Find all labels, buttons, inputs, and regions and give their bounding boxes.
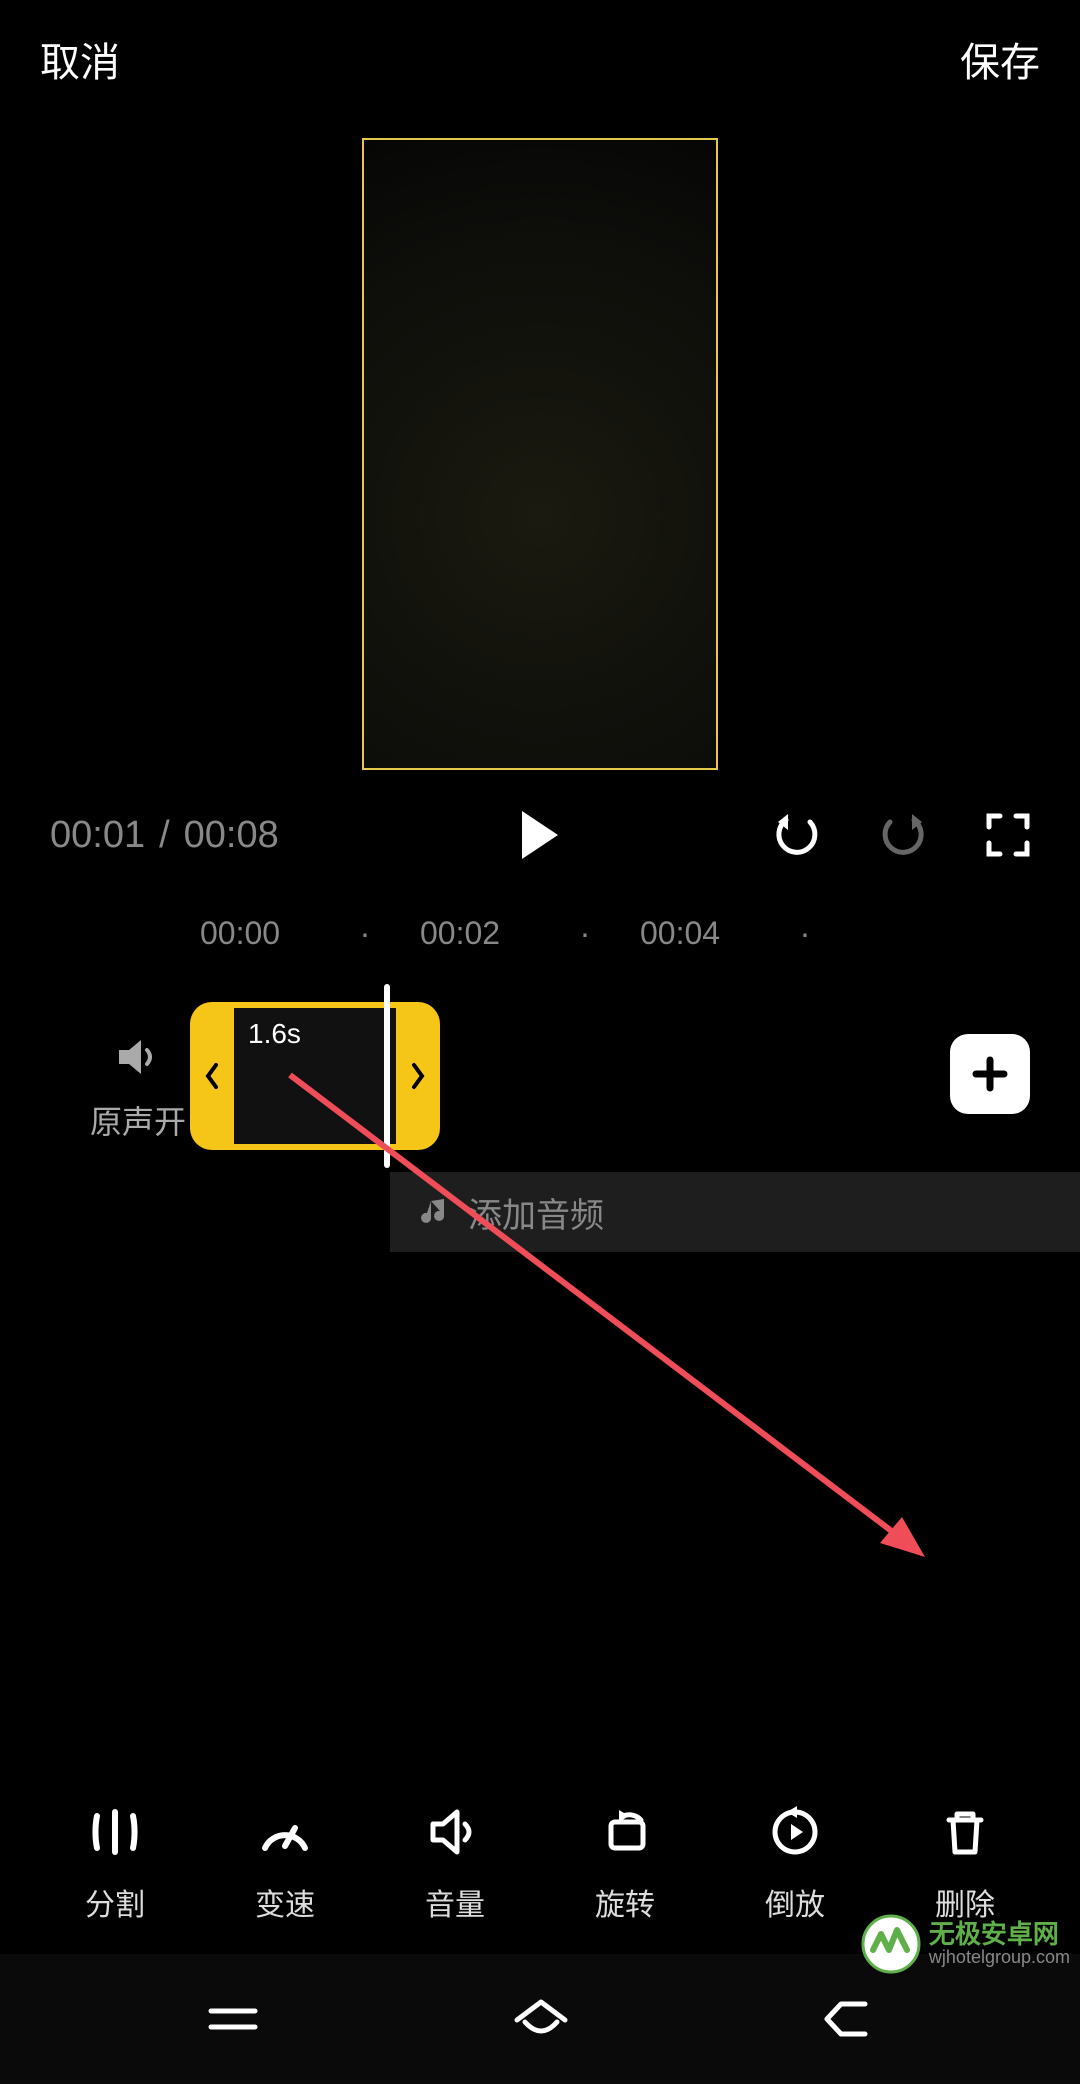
time-display: 00:01 / 00:08 xyxy=(50,814,279,857)
add-audio-button[interactable]: 添加音频 xyxy=(390,1172,1080,1252)
tool-split-label: 分割 xyxy=(85,1880,145,1924)
tool-delete[interactable]: 删除 xyxy=(935,1802,995,1924)
menu-icon xyxy=(205,1999,261,2039)
reverse-icon xyxy=(765,1802,825,1862)
video-clip[interactable]: 1.6s xyxy=(190,1002,440,1150)
watermark-title: 无极安卓网 xyxy=(929,1920,1070,1949)
split-icon xyxy=(85,1802,145,1862)
tool-reverse-label: 倒放 xyxy=(765,1880,825,1924)
undo-icon xyxy=(774,812,820,858)
total-time: 00:08 xyxy=(184,814,279,857)
preview-container xyxy=(0,138,1080,770)
nav-recent-button[interactable] xyxy=(205,1999,261,2039)
redo-icon xyxy=(880,812,926,858)
tool-delete-label: 删除 xyxy=(935,1880,995,1924)
ruler-tick-1: 00:02 xyxy=(420,915,530,952)
tool-speed[interactable]: 变速 xyxy=(255,1802,315,1924)
ruler-tick-0: 00:00 xyxy=(200,915,310,952)
current-time: 00:01 xyxy=(50,814,145,857)
clip-handle-left[interactable] xyxy=(190,1002,234,1150)
trash-icon xyxy=(935,1802,995,1862)
tool-speed-label: 变速 xyxy=(255,1880,315,1924)
clip-duration: 1.6s xyxy=(248,1018,301,1049)
cancel-button[interactable]: 取消 xyxy=(40,30,120,88)
playhead[interactable] xyxy=(384,984,390,1168)
add-clip-button[interactable] xyxy=(950,1034,1030,1114)
ruler-dot: · xyxy=(310,915,420,952)
add-audio-label: 添加音频 xyxy=(468,1188,604,1237)
ruler-dot: · xyxy=(530,915,640,952)
undo-button[interactable] xyxy=(774,812,820,858)
audio-track: 添加音频 xyxy=(0,1172,1080,1252)
chevron-left-icon xyxy=(202,1061,222,1091)
timeline-ruler: 00:00 · 00:02 · 00:04 · xyxy=(0,915,1080,952)
tool-rotate[interactable]: 旋转 xyxy=(595,1802,655,1924)
tool-reverse[interactable]: 倒放 xyxy=(765,1802,825,1924)
back-icon xyxy=(821,1996,875,2042)
music-note-icon xyxy=(420,1197,450,1227)
sound-toggle-label: 原声开 xyxy=(90,1097,186,1143)
system-nav-bar xyxy=(0,1954,1080,2084)
playback-controls: 00:01 / 00:08 xyxy=(0,805,1080,865)
ruler-tick-2: 00:04 xyxy=(640,915,750,952)
fullscreen-icon xyxy=(986,813,1030,857)
nav-back-button[interactable] xyxy=(821,1996,875,2042)
tool-volume-label: 音量 xyxy=(425,1880,485,1924)
fullscreen-button[interactable] xyxy=(986,813,1030,857)
speaker-icon xyxy=(113,1032,163,1082)
play-button[interactable] xyxy=(518,809,562,861)
video-preview[interactable] xyxy=(362,138,718,770)
speed-icon xyxy=(255,1802,315,1862)
original-sound-toggle[interactable]: 原声开 xyxy=(90,1032,186,1143)
chevron-right-icon xyxy=(408,1061,428,1091)
save-button[interactable]: 保存 xyxy=(960,30,1040,88)
volume-icon xyxy=(425,1802,485,1862)
clip-body[interactable]: 1.6s xyxy=(234,1002,396,1150)
play-icon xyxy=(518,809,562,861)
clip-handle-right[interactable] xyxy=(396,1002,440,1150)
home-icon xyxy=(511,1996,571,2042)
top-bar: 取消 保存 xyxy=(0,0,1080,108)
plus-icon xyxy=(970,1054,1010,1094)
edit-toolbar: 分割 变速 音量 旋转 倒放 xyxy=(0,1802,1080,1924)
tool-rotate-label: 旋转 xyxy=(595,1880,655,1924)
ruler-dot: · xyxy=(750,915,860,952)
tool-split[interactable]: 分割 xyxy=(85,1802,145,1924)
nav-home-button[interactable] xyxy=(511,1996,571,2042)
tool-volume[interactable]: 音量 xyxy=(425,1802,485,1924)
redo-button[interactable] xyxy=(880,812,926,858)
time-separator: / xyxy=(159,814,170,857)
rotate-icon xyxy=(595,1802,655,1862)
